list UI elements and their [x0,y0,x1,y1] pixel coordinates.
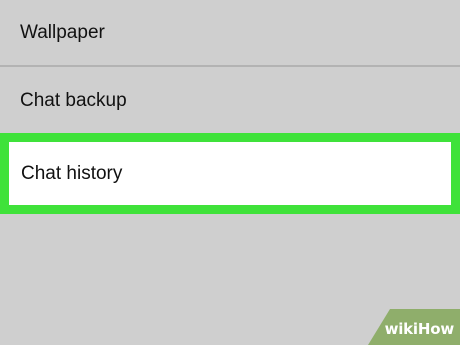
wikihow-watermark: wikiHow [368,309,460,345]
chat-backup-menu-item[interactable]: Chat backup [0,67,460,135]
chat-history-label: Chat history [21,162,123,184]
chat-history-menu-item[interactable]: Chat history [9,142,451,205]
chat-backup-label: Chat backup [20,90,127,111]
watermark-text: wikiHow [384,320,455,338]
wallpaper-menu-item[interactable]: Wallpaper [0,0,460,65]
wallpaper-label: Wallpaper [20,21,105,43]
